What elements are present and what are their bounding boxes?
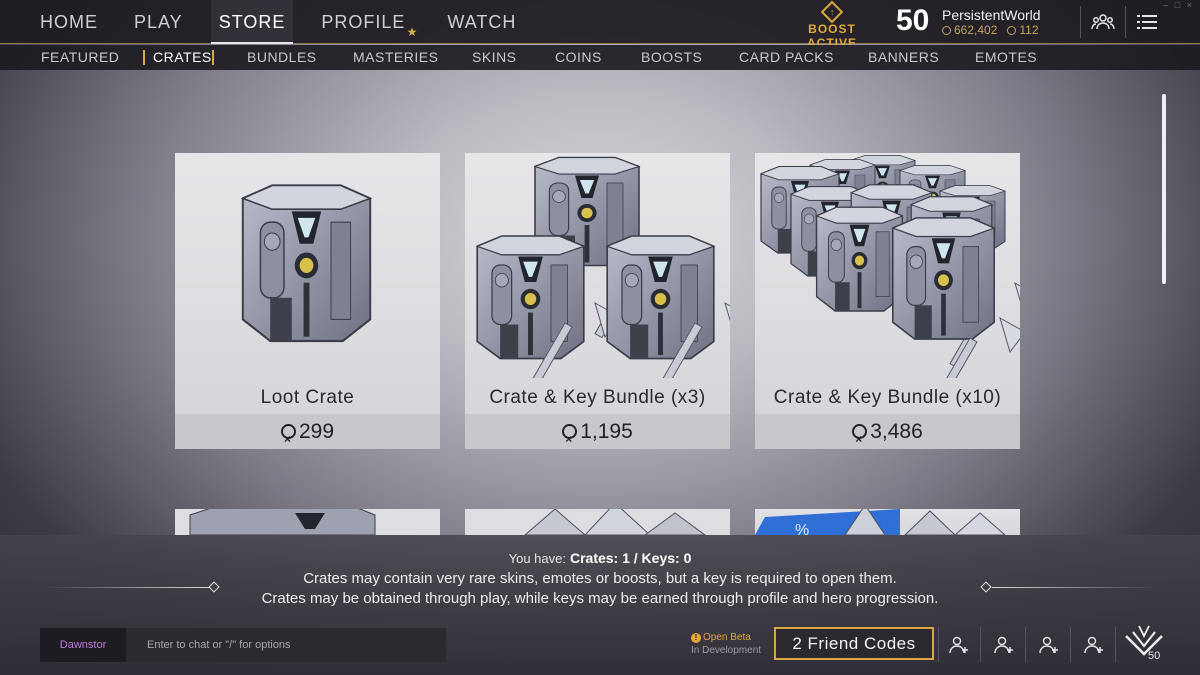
active-marker-right bbox=[212, 50, 214, 65]
add-friend-icon bbox=[1039, 636, 1058, 653]
crate-bundle-x10-image bbox=[760, 155, 1020, 378]
inventory-value: Crates: 1 / Keys: 0 bbox=[569, 550, 692, 566]
status-line-1: ! Open Beta bbox=[691, 631, 761, 644]
currency-secondary-value: 112 bbox=[1019, 23, 1039, 37]
chat-input[interactable] bbox=[126, 628, 446, 662]
store-card-crate-key-bundle-x10[interactable]: Crate & Key Bundle (x10) 3,486 bbox=[755, 153, 1020, 457]
keys-card-image: % bbox=[755, 509, 1006, 535]
divider-left bbox=[45, 587, 210, 588]
main-nav: HOME PLAY STORE PROFILE ★ WATCH bbox=[40, 0, 552, 44]
sub-nav: FEATURED CRATES BUNDLES MASTERIES SKINS … bbox=[0, 45, 1200, 70]
subnav-skins[interactable]: SKINS bbox=[472, 45, 517, 70]
store-card-partial-2[interactable] bbox=[465, 509, 730, 535]
svg-text:%: % bbox=[795, 522, 809, 535]
coin-icon bbox=[1007, 26, 1017, 35]
party-slot-1[interactable] bbox=[937, 627, 981, 662]
card-title: Crate & Key Bundle (x10) bbox=[773, 387, 1002, 408]
info-line-1: Crates may contain very rare skins, emot… bbox=[303, 570, 897, 587]
subnav-crates[interactable]: CRATES bbox=[153, 45, 212, 70]
nav-store[interactable]: STORE bbox=[210, 0, 294, 44]
build-status: ! Open Beta In Development bbox=[691, 631, 761, 657]
chat-channel-name[interactable]: Dawnstor bbox=[40, 628, 126, 662]
divider bbox=[1080, 6, 1081, 38]
subnav-boosts[interactable]: BOOSTS bbox=[641, 45, 702, 70]
player-name: PersistentWorld bbox=[942, 7, 1041, 23]
crate-image bbox=[241, 184, 372, 343]
active-marker-left bbox=[143, 50, 145, 65]
party-slot-4[interactable] bbox=[1072, 627, 1116, 662]
subnav-bundles[interactable]: BUNDLES bbox=[247, 45, 317, 70]
inventory-status: You have: Crates: 1 / Keys: 0 bbox=[0, 550, 1200, 566]
status-line-1-text: Open Beta bbox=[703, 632, 751, 643]
player-level: 50 bbox=[896, 4, 930, 37]
nav-home[interactable]: HOME bbox=[40, 0, 98, 44]
window-controls[interactable]: – □ × bbox=[1163, 0, 1194, 10]
store-card-loot-crate[interactable]: Loot Crate 299 bbox=[175, 153, 440, 457]
inventory-prefix: You have: bbox=[508, 551, 566, 566]
currency-secondary: 112 bbox=[1007, 23, 1039, 37]
currency-primary-value: 662,402 bbox=[954, 23, 998, 37]
keys-image bbox=[524, 509, 706, 535]
premium-coin-icon bbox=[280, 422, 296, 457]
divider bbox=[980, 627, 981, 662]
divider bbox=[1025, 627, 1026, 662]
store-card-crate-key-bundle-x3[interactable]: Crate & Key Bundle (x3) 1,195 bbox=[465, 153, 730, 457]
subnav-emotes[interactable]: EMOTES bbox=[975, 45, 1037, 70]
subnav-featured[interactable]: FEATURED bbox=[41, 45, 119, 70]
nav-watch[interactable]: WATCH bbox=[447, 0, 516, 44]
divider-right bbox=[992, 587, 1157, 588]
crate-image bbox=[189, 509, 376, 535]
divider bbox=[1115, 627, 1116, 662]
alert-icon: ! bbox=[691, 633, 701, 643]
nav-profile-label: PROFILE bbox=[321, 12, 406, 32]
add-friend-icon bbox=[949, 636, 968, 653]
store-card-partial-1[interactable] bbox=[175, 509, 440, 535]
top-bar: HOME PLAY STORE PROFILE ★ WATCH ↑ BOOST A… bbox=[0, 0, 1200, 50]
crate-bundle-x3-image bbox=[476, 156, 730, 378]
party-slot-2[interactable] bbox=[982, 627, 1026, 662]
status-line-2: In Development bbox=[691, 645, 762, 656]
info-line-2: Crates may be obtained through play, whi… bbox=[261, 590, 939, 607]
currency-row: 662,402 112 bbox=[942, 23, 1041, 37]
player-info[interactable]: PersistentWorld 662,402 112 bbox=[942, 7, 1041, 37]
subnav-masteries[interactable]: MASTERIES bbox=[353, 45, 438, 70]
boost-diamond-icon: ↑ bbox=[820, 0, 844, 24]
divider bbox=[1070, 627, 1071, 662]
card-price-value: 1,195 bbox=[580, 420, 633, 443]
nav-profile[interactable]: PROFILE ★ bbox=[321, 0, 417, 44]
subnav-card-packs[interactable]: CARD PACKS bbox=[739, 45, 834, 70]
friend-codes-button[interactable]: 2 Friend Codes bbox=[774, 627, 934, 660]
premium-coin-icon bbox=[562, 422, 578, 457]
currency-primary: 662,402 bbox=[942, 23, 997, 37]
store-card-partial-3[interactable]: % bbox=[755, 509, 1020, 535]
friends-icon[interactable] bbox=[1088, 8, 1118, 36]
boost-indicator[interactable]: ↑ BOOST ACTIVE bbox=[786, 0, 878, 50]
card-price: 3,486 bbox=[755, 414, 1020, 457]
card-price-value: 3,486 bbox=[870, 420, 923, 443]
premium-coin-icon bbox=[852, 422, 868, 457]
party-slot-3[interactable] bbox=[1027, 627, 1071, 662]
add-friend-icon bbox=[1084, 636, 1103, 653]
card-price: 1,195 bbox=[465, 414, 730, 457]
coin-icon bbox=[942, 26, 951, 35]
nav-play[interactable]: PLAY bbox=[134, 0, 183, 44]
menu-icon[interactable] bbox=[1132, 8, 1162, 36]
card-price: 299 bbox=[175, 414, 440, 457]
divider bbox=[1125, 6, 1126, 38]
card-title: Crate & Key Bundle (x3) bbox=[489, 387, 706, 408]
subnav-coins[interactable]: COINS bbox=[555, 45, 602, 70]
scrollbar[interactable] bbox=[1162, 94, 1166, 284]
card-price-value: 299 bbox=[298, 420, 335, 443]
card-title: Loot Crate bbox=[260, 387, 355, 408]
add-friend-icon bbox=[994, 636, 1013, 653]
subnav-banners[interactable]: BANNERS bbox=[868, 45, 939, 70]
rank-level: 50 bbox=[1148, 650, 1161, 662]
